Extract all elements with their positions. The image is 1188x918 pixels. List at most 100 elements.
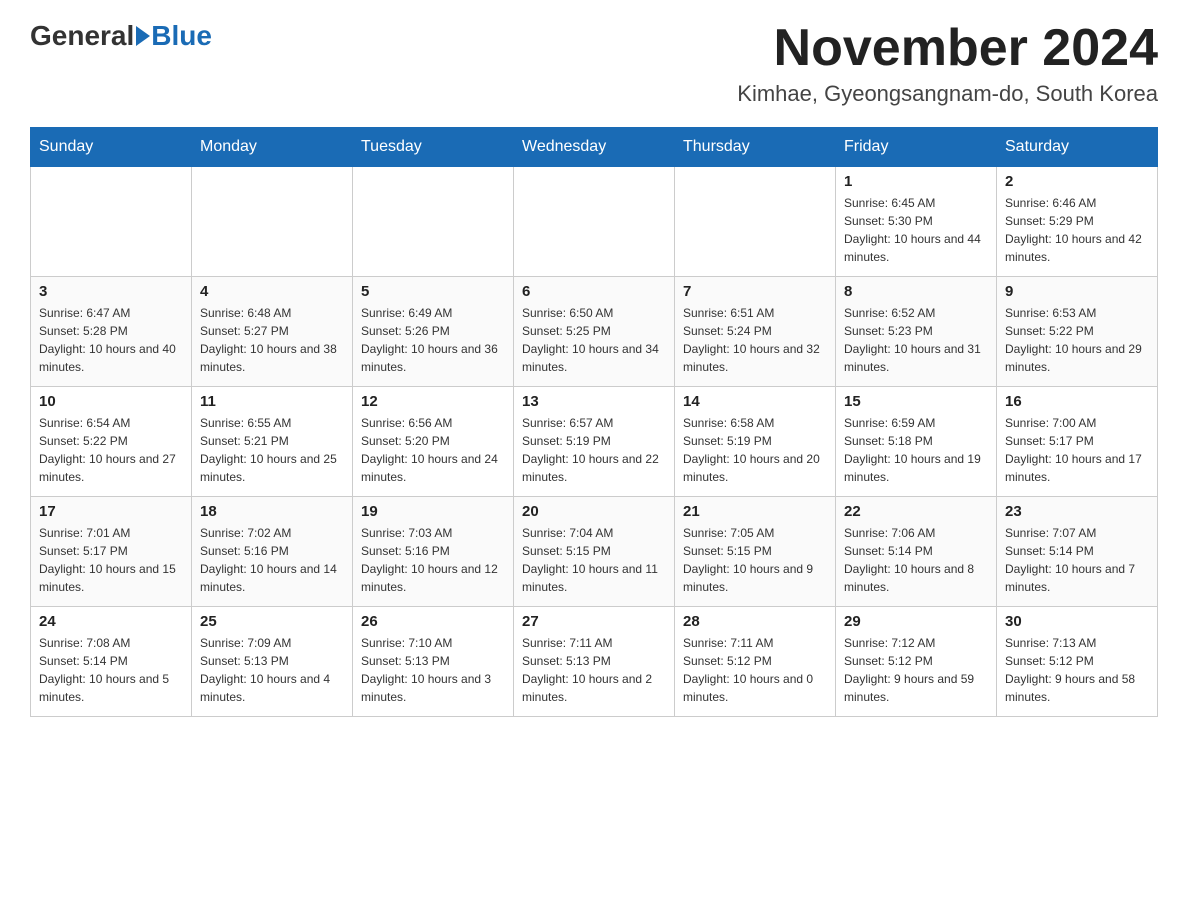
day-number: 10 bbox=[39, 393, 183, 410]
calendar-cell: 2 Sunrise: 6:46 AM Sunset: 5:29 PM Daylig… bbox=[997, 167, 1158, 277]
day-number: 19 bbox=[361, 503, 505, 520]
day-number: 28 bbox=[683, 613, 827, 630]
day-number: 12 bbox=[361, 393, 505, 410]
calendar-cell bbox=[192, 167, 353, 277]
day-info: Sunrise: 6:46 AM Sunset: 5:29 PM Dayligh… bbox=[1005, 194, 1149, 266]
calendar-cell bbox=[675, 167, 836, 277]
calendar-cell: 7 Sunrise: 6:51 AM Sunset: 5:24 PM Daylig… bbox=[675, 277, 836, 387]
logo: General Blue bbox=[30, 20, 212, 52]
day-info: Sunrise: 6:58 AM Sunset: 5:19 PM Dayligh… bbox=[683, 414, 827, 486]
day-number: 23 bbox=[1005, 503, 1149, 520]
calendar-cell: 8 Sunrise: 6:52 AM Sunset: 5:23 PM Daylig… bbox=[836, 277, 997, 387]
calendar-cell: 21Sunrise: 7:05 AM Sunset: 5:15 PM Dayli… bbox=[675, 497, 836, 607]
calendar-cell: 27 Sunrise: 7:11 AM Sunset: 5:13 PM Dayli… bbox=[514, 607, 675, 717]
day-info: Sunrise: 6:45 AM Sunset: 5:30 PM Dayligh… bbox=[844, 194, 988, 266]
calendar-cell: 12 Sunrise: 6:56 AM Sunset: 5:20 PM Dayli… bbox=[353, 387, 514, 497]
day-info: Sunrise: 6:52 AM Sunset: 5:23 PM Dayligh… bbox=[844, 304, 988, 376]
day-number: 13 bbox=[522, 393, 666, 410]
month-title: November 2024 bbox=[737, 20, 1158, 77]
column-header-monday: Monday bbox=[192, 128, 353, 167]
day-number: 1 bbox=[844, 173, 988, 190]
day-info: Sunrise: 6:59 AM Sunset: 5:18 PM Dayligh… bbox=[844, 414, 988, 486]
calendar-cell: 24Sunrise: 7:08 AM Sunset: 5:14 PM Dayli… bbox=[31, 607, 192, 717]
column-header-friday: Friday bbox=[836, 128, 997, 167]
day-number: 5 bbox=[361, 283, 505, 300]
day-number: 26 bbox=[361, 613, 505, 630]
column-header-tuesday: Tuesday bbox=[353, 128, 514, 167]
day-number: 7 bbox=[683, 283, 827, 300]
calendar-cell: 26 Sunrise: 7:10 AM Sunset: 5:13 PM Dayli… bbox=[353, 607, 514, 717]
day-number: 20 bbox=[522, 503, 666, 520]
calendar-cell: 14 Sunrise: 6:58 AM Sunset: 5:19 PM Dayli… bbox=[675, 387, 836, 497]
page-header: General Blue November 2024 Kimhae, Gyeon… bbox=[30, 20, 1158, 107]
day-info: Sunrise: 6:54 AM Sunset: 5:22 PM Dayligh… bbox=[39, 414, 183, 486]
day-info: Sunrise: 6:57 AM Sunset: 5:19 PM Dayligh… bbox=[522, 414, 666, 486]
calendar-cell: 13 Sunrise: 6:57 AM Sunset: 5:19 PM Dayli… bbox=[514, 387, 675, 497]
title-section: November 2024 Kimhae, Gyeongsangnam-do, … bbox=[737, 20, 1158, 107]
calendar-cell bbox=[514, 167, 675, 277]
day-info: Sunrise: 7:03 AM Sunset: 5:16 PM Dayligh… bbox=[361, 524, 505, 596]
logo-general-text: General bbox=[30, 20, 134, 52]
calendar-cell: 3 Sunrise: 6:47 AM Sunset: 5:28 PM Daylig… bbox=[31, 277, 192, 387]
day-number: 17 bbox=[39, 503, 183, 520]
day-number: 22 bbox=[844, 503, 988, 520]
calendar-cell: 11 Sunrise: 6:55 AM Sunset: 5:21 PM Dayli… bbox=[192, 387, 353, 497]
calendar-cell: 20 Sunrise: 7:04 AM Sunset: 5:15 PM Dayli… bbox=[514, 497, 675, 607]
day-info: Sunrise: 7:00 AM Sunset: 5:17 PM Dayligh… bbox=[1005, 414, 1149, 486]
day-number: 11 bbox=[200, 393, 344, 410]
calendar-cell: 29Sunrise: 7:12 AM Sunset: 5:12 PM Dayli… bbox=[836, 607, 997, 717]
location-text: Kimhae, Gyeongsangnam-do, South Korea bbox=[737, 81, 1158, 107]
day-number: 30 bbox=[1005, 613, 1149, 630]
day-number: 3 bbox=[39, 283, 183, 300]
logo-blue-text: Blue bbox=[151, 20, 212, 52]
day-info: Sunrise: 6:56 AM Sunset: 5:20 PM Dayligh… bbox=[361, 414, 505, 486]
calendar-cell: 6Sunrise: 6:50 AM Sunset: 5:25 PM Daylig… bbox=[514, 277, 675, 387]
day-info: Sunrise: 6:47 AM Sunset: 5:28 PM Dayligh… bbox=[39, 304, 183, 376]
day-info: Sunrise: 7:10 AM Sunset: 5:13 PM Dayligh… bbox=[361, 634, 505, 706]
day-info: Sunrise: 6:49 AM Sunset: 5:26 PM Dayligh… bbox=[361, 304, 505, 376]
calendar-cell: 4Sunrise: 6:48 AM Sunset: 5:27 PM Daylig… bbox=[192, 277, 353, 387]
day-info: Sunrise: 7:02 AM Sunset: 5:16 PM Dayligh… bbox=[200, 524, 344, 596]
day-number: 9 bbox=[1005, 283, 1149, 300]
calendar-cell: 1 Sunrise: 6:45 AM Sunset: 5:30 PM Daylig… bbox=[836, 167, 997, 277]
calendar-header-row: SundayMondayTuesdayWednesdayThursdayFrid… bbox=[31, 128, 1158, 167]
logo-blue-part: Blue bbox=[134, 20, 212, 52]
day-info: Sunrise: 7:08 AM Sunset: 5:14 PM Dayligh… bbox=[39, 634, 183, 706]
column-header-saturday: Saturday bbox=[997, 128, 1158, 167]
day-info: Sunrise: 7:13 AM Sunset: 5:12 PM Dayligh… bbox=[1005, 634, 1149, 706]
calendar-cell: 15 Sunrise: 6:59 AM Sunset: 5:18 PM Dayli… bbox=[836, 387, 997, 497]
day-info: Sunrise: 6:51 AM Sunset: 5:24 PM Dayligh… bbox=[683, 304, 827, 376]
calendar-cell: 10 Sunrise: 6:54 AM Sunset: 5:22 PM Dayli… bbox=[31, 387, 192, 497]
calendar-cell: 28Sunrise: 7:11 AM Sunset: 5:12 PM Dayli… bbox=[675, 607, 836, 717]
day-number: 14 bbox=[683, 393, 827, 410]
day-info: Sunrise: 7:12 AM Sunset: 5:12 PM Dayligh… bbox=[844, 634, 988, 706]
calendar-cell: 5 Sunrise: 6:49 AM Sunset: 5:26 PM Daylig… bbox=[353, 277, 514, 387]
day-info: Sunrise: 6:55 AM Sunset: 5:21 PM Dayligh… bbox=[200, 414, 344, 486]
day-number: 2 bbox=[1005, 173, 1149, 190]
day-number: 21 bbox=[683, 503, 827, 520]
calendar-cell: 18 Sunrise: 7:02 AM Sunset: 5:16 PM Dayli… bbox=[192, 497, 353, 607]
day-number: 15 bbox=[844, 393, 988, 410]
calendar-cell: 19 Sunrise: 7:03 AM Sunset: 5:16 PM Dayli… bbox=[353, 497, 514, 607]
day-number: 4 bbox=[200, 283, 344, 300]
day-number: 16 bbox=[1005, 393, 1149, 410]
column-header-thursday: Thursday bbox=[675, 128, 836, 167]
day-number: 6 bbox=[522, 283, 666, 300]
day-info: Sunrise: 7:11 AM Sunset: 5:13 PM Dayligh… bbox=[522, 634, 666, 706]
calendar-week-5: 24Sunrise: 7:08 AM Sunset: 5:14 PM Dayli… bbox=[31, 607, 1158, 717]
day-number: 27 bbox=[522, 613, 666, 630]
calendar-week-3: 10 Sunrise: 6:54 AM Sunset: 5:22 PM Dayli… bbox=[31, 387, 1158, 497]
day-info: Sunrise: 7:01 AM Sunset: 5:17 PM Dayligh… bbox=[39, 524, 183, 596]
day-number: 18 bbox=[200, 503, 344, 520]
calendar-week-2: 3 Sunrise: 6:47 AM Sunset: 5:28 PM Daylig… bbox=[31, 277, 1158, 387]
calendar-cell: 22 Sunrise: 7:06 AM Sunset: 5:14 PM Dayli… bbox=[836, 497, 997, 607]
day-info: Sunrise: 7:09 AM Sunset: 5:13 PM Dayligh… bbox=[200, 634, 344, 706]
day-number: 8 bbox=[844, 283, 988, 300]
calendar-week-1: 1 Sunrise: 6:45 AM Sunset: 5:30 PM Daylig… bbox=[31, 167, 1158, 277]
day-info: Sunrise: 7:06 AM Sunset: 5:14 PM Dayligh… bbox=[844, 524, 988, 596]
calendar-cell bbox=[31, 167, 192, 277]
day-info: Sunrise: 7:04 AM Sunset: 5:15 PM Dayligh… bbox=[522, 524, 666, 596]
day-number: 25 bbox=[200, 613, 344, 630]
calendar-week-4: 17 Sunrise: 7:01 AM Sunset: 5:17 PM Dayli… bbox=[31, 497, 1158, 607]
column-header-wednesday: Wednesday bbox=[514, 128, 675, 167]
